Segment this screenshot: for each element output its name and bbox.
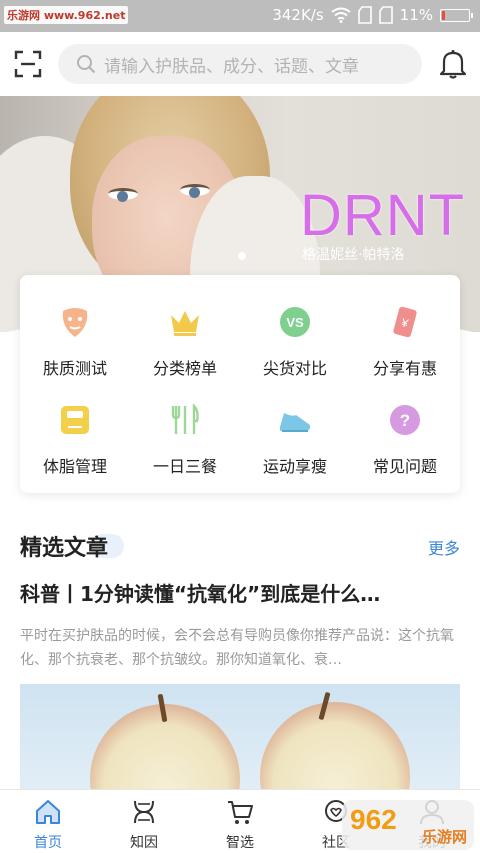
search-input[interactable]: 请输入护肤品、成分、话题、文章 bbox=[58, 44, 422, 84]
grid-item-skin-test[interactable]: 肤质测试 bbox=[20, 285, 130, 378]
grid-label: 体脂管理 bbox=[42, 457, 107, 476]
article-excerpt[interactable]: 平时在买护肤品的时候，会不会总有导购员像你推荐产品说：这个抗氧化、那个抗衰老、那… bbox=[20, 624, 460, 672]
grid-label: 常见问题 bbox=[372, 457, 437, 476]
section-title: 精选文章 bbox=[20, 536, 109, 561]
quick-entry-card: 肤质测试 分类榜单 VS 尖货对比 ¥ 分享有惠 体脂管理 一日三餐 运动享瘦 … bbox=[20, 275, 460, 493]
search-placeholder: 请输入护肤品、成分、话题、文章 bbox=[104, 56, 359, 77]
grid-label: 运动享瘦 bbox=[262, 457, 327, 476]
grid-item-sport[interactable]: 运动享瘦 bbox=[240, 383, 350, 476]
article-cover-image[interactable] bbox=[20, 684, 460, 804]
grid-item-body-fat[interactable]: 体脂管理 bbox=[20, 383, 130, 476]
svg-text:VS: VS bbox=[286, 315, 304, 330]
watermark-text: 乐游网 bbox=[422, 828, 468, 846]
face-mask-icon bbox=[62, 308, 88, 337]
home-icon bbox=[36, 800, 60, 824]
sim2-icon bbox=[378, 6, 393, 24]
watermark-logo: 962 乐游网 bbox=[342, 800, 474, 850]
status-bar: 乐游网 www.962.net 342K/s 11% bbox=[0, 0, 480, 32]
grid-label: 一日三餐 bbox=[152, 457, 217, 476]
nav-knowledge[interactable]: 知因 bbox=[96, 790, 192, 853]
dna-icon bbox=[134, 800, 154, 824]
app-screen: 乐游网 www.962.net 342K/s 11% 请输入护肤品、成分、话题、… bbox=[0, 0, 480, 853]
scan-icon[interactable] bbox=[14, 50, 42, 78]
top-header: 请输入护肤品、成分、话题、文章 bbox=[0, 32, 480, 96]
grid-label: 分享有惠 bbox=[372, 359, 437, 378]
battery-level-fill bbox=[442, 10, 446, 20]
svg-text:?: ? bbox=[400, 411, 410, 430]
nav-label: 智选 bbox=[226, 835, 254, 851]
article-title[interactable]: 科普丨1分钟读懂“抗氧化”到底是什么… bbox=[20, 578, 460, 607]
more-link[interactable]: 更多 bbox=[428, 535, 460, 559]
search-icon bbox=[77, 55, 96, 74]
status-icons: 342K/s 11% bbox=[272, 6, 473, 24]
grid-item-share[interactable]: ¥ 分享有惠 bbox=[350, 285, 460, 378]
banner-eye-left bbox=[108, 188, 138, 202]
sneaker-icon bbox=[279, 413, 311, 432]
grid-label: 肤质测试 bbox=[42, 359, 107, 378]
banner-subtitle: 格温妮丝·帕特洛 bbox=[302, 247, 405, 263]
cutlery-icon bbox=[171, 403, 199, 434]
bell-icon[interactable] bbox=[438, 48, 468, 80]
banner-brand: DRNT bbox=[300, 183, 466, 248]
grid-label: 分类榜单 bbox=[152, 359, 217, 378]
grid-item-ranking[interactable]: 分类榜单 bbox=[130, 285, 240, 378]
coupon-icon: ¥ bbox=[393, 306, 417, 338]
nav-label: 首页 bbox=[34, 835, 62, 851]
sim1-icon bbox=[357, 6, 372, 24]
banner-eye-right bbox=[180, 184, 210, 198]
cart-icon bbox=[228, 801, 253, 824]
battery-icon bbox=[440, 8, 473, 22]
nav-home[interactable]: 首页 bbox=[0, 790, 96, 853]
carousel-dot[interactable] bbox=[238, 252, 246, 260]
vs-icon: VS bbox=[280, 307, 310, 337]
watermark-number: 962 bbox=[350, 804, 397, 835]
crown-icon bbox=[171, 311, 199, 336]
grid-item-compare[interactable]: VS 尖货对比 bbox=[240, 285, 350, 378]
grid-label: 尖货对比 bbox=[262, 359, 327, 378]
grid-item-meals[interactable]: 一日三餐 bbox=[130, 383, 240, 476]
grid-item-faq[interactable]: ? 常见问题 bbox=[350, 383, 460, 476]
network-speed: 342K/s bbox=[272, 6, 324, 24]
battery-percent: 11% bbox=[399, 6, 433, 24]
nav-smart-pick[interactable]: 智选 bbox=[192, 790, 288, 853]
question-icon: ? bbox=[390, 405, 420, 435]
scale-icon bbox=[61, 406, 89, 434]
wifi-icon bbox=[331, 7, 351, 23]
nav-label: 知因 bbox=[130, 835, 158, 851]
watermark-badge: 乐游网 www.962.net bbox=[4, 6, 129, 24]
